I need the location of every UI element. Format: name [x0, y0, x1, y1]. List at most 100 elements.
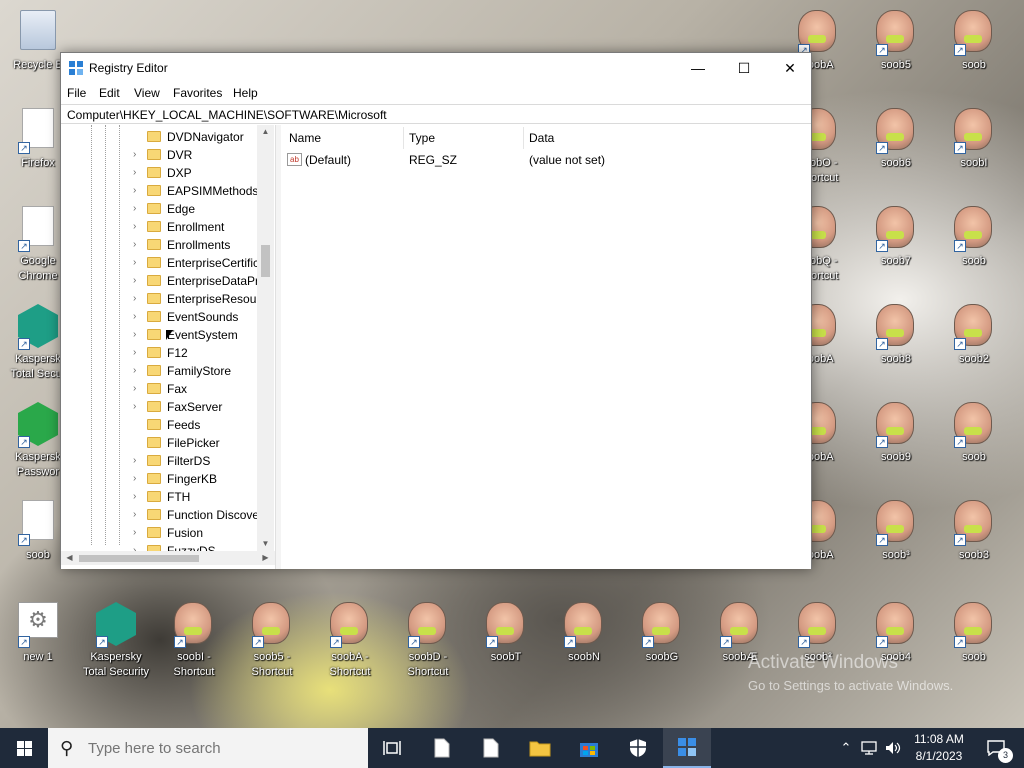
chevron-right-icon[interactable]: › — [133, 257, 143, 269]
value-row-default[interactable]: ab (Default) REG_SZ (value not set) — [281, 151, 811, 169]
chevron-right-icon[interactable]: › — [133, 221, 143, 233]
scroll-up-icon[interactable]: ▲ — [257, 125, 274, 139]
desktop-icon[interactable]: ↗ soob — [936, 4, 1012, 100]
chevron-right-icon[interactable]: › — [133, 239, 143, 251]
desktop-icon[interactable]: ↗ soob³ — [858, 494, 934, 590]
desktop-icon[interactable]: ↗ soob5 — [858, 4, 934, 100]
file-explorer-button[interactable] — [516, 728, 564, 768]
start-button[interactable] — [0, 728, 48, 768]
chevron-right-icon[interactable]: › — [133, 167, 143, 179]
column-separator[interactable] — [403, 127, 404, 149]
tree-item[interactable]: › FamilyStore — [61, 362, 257, 380]
taskbar-search-box[interactable]: ⚲ — [48, 728, 368, 768]
registry-editor-window[interactable]: Registry Editor — ☐ ✕ File Edit View Fav… — [60, 52, 812, 569]
taskbar-file-2[interactable] — [467, 728, 515, 768]
tree-item[interactable]: › DVR — [61, 146, 257, 164]
chevron-right-icon[interactable]: › — [133, 203, 143, 215]
desktop-icon[interactable]: ↗ soob8 — [858, 298, 934, 394]
tree-vertical-scrollbar[interactable]: ▲ ▼ — [257, 125, 274, 551]
desktop-icon[interactable]: ↗ soob7 — [858, 200, 934, 296]
chevron-right-icon[interactable]: › — [133, 527, 143, 539]
desktop-icon[interactable]: ↗ soob5 - Shortcut — [234, 596, 310, 692]
desktop-icon[interactable]: ↗ soobA - Shortcut — [312, 596, 388, 692]
desktop-icon[interactable]: ↗ soob — [936, 396, 1012, 492]
chevron-right-icon[interactable]: › — [133, 311, 143, 323]
title-bar[interactable]: Registry Editor — ☐ ✕ — [61, 53, 811, 83]
taskbar-clock[interactable]: 11:08 AM 8/1/2023 — [904, 731, 974, 765]
tree-item[interactable]: › FaxServer — [61, 398, 257, 416]
registry-editor-taskbar-button[interactable] — [663, 728, 711, 768]
column-separator[interactable] — [523, 127, 524, 149]
column-header-name[interactable]: Name — [289, 131, 321, 145]
chevron-right-icon[interactable]: › — [133, 365, 143, 377]
chevron-right-icon[interactable]: › — [133, 509, 143, 521]
desktop-icon[interactable]: ⚙ ↗ new 1 — [0, 596, 76, 692]
desktop-icon[interactable]: ↗ soobI — [936, 102, 1012, 198]
tree-horizontal-scrollbar[interactable]: ◀ ▶ — [61, 551, 275, 565]
tree-item[interactable]: › EAPSIMMethods — [61, 182, 258, 200]
address-path[interactable]: Computer\HKEY_LOCAL_MACHINE\SOFTWARE\Mic… — [67, 108, 387, 122]
tree-item[interactable]: DVDNavigator — [61, 128, 257, 146]
chevron-right-icon[interactable]: › — [133, 383, 143, 395]
address-bar[interactable]: Computer\HKEY_LOCAL_MACHINE\SOFTWARE\Mic… — [61, 104, 811, 124]
search-input[interactable] — [88, 740, 348, 757]
tree-item[interactable]: › Edge — [61, 200, 257, 218]
show-hidden-icons-button[interactable]: ⌃ — [836, 728, 856, 768]
desktop-icon[interactable]: ↗ soob2 — [936, 298, 1012, 394]
tree-item[interactable]: FilePicker — [61, 434, 257, 452]
maximize-button[interactable]: ☐ — [721, 53, 767, 83]
tree-item[interactable]: › Enrollment — [61, 218, 257, 236]
menu-file[interactable]: File — [67, 86, 86, 100]
tree-item[interactable]: › EventSounds — [61, 308, 257, 326]
column-header-data[interactable]: Data — [529, 131, 554, 145]
tree-item[interactable]: › FilterDS — [61, 452, 257, 470]
menu-favorites[interactable]: Favorites — [173, 86, 222, 100]
scroll-right-icon[interactable]: ▶ — [257, 551, 274, 565]
windows-security-button[interactable] — [614, 728, 662, 768]
scroll-down-icon[interactable]: ▼ — [257, 537, 274, 551]
chevron-right-icon[interactable]: › — [133, 185, 143, 197]
chevron-right-icon[interactable]: › — [133, 455, 143, 467]
chevron-right-icon[interactable]: › — [133, 329, 143, 341]
tree-item[interactable]: › F12 — [61, 344, 257, 362]
chevron-right-icon[interactable]: › — [133, 149, 143, 161]
desktop-icon[interactable]: ↗ soob3 — [936, 494, 1012, 590]
menu-view[interactable]: View — [134, 86, 160, 100]
action-center-button[interactable]: 3 — [976, 728, 1016, 768]
minimize-button[interactable]: — — [675, 53, 721, 83]
desktop-icon[interactable]: ↗ soob9 — [858, 396, 934, 492]
scroll-left-icon[interactable]: ◀ — [61, 551, 78, 565]
desktop-icon[interactable]: ↗ Kaspersky Total Security — [78, 596, 154, 692]
menu-help[interactable]: Help — [233, 86, 258, 100]
tree-item[interactable]: › Fax — [61, 380, 257, 398]
network-button[interactable] — [858, 728, 880, 768]
column-header-type[interactable]: Type — [409, 131, 435, 145]
desktop-icon[interactable]: ↗ soobD - Shortcut — [390, 596, 466, 692]
tree-item[interactable]: › DXP — [61, 164, 257, 182]
tree-item[interactable]: Feeds — [61, 416, 257, 434]
chevron-right-icon[interactable]: › — [133, 491, 143, 503]
tree-item[interactable]: › EnterpriseDataPro — [61, 272, 266, 290]
desktop-icon[interactable]: ↗ soobI - Shortcut — [156, 596, 232, 692]
tree-item[interactable]: › EventSystem — [61, 326, 257, 344]
tree-item[interactable]: › EnterpriseResour — [61, 290, 260, 308]
tree-item[interactable]: › FingerKB — [61, 470, 257, 488]
key-tree-pane[interactable]: DVDNavigator › DVR › DXP › EAPSIMMethods › Edge ›… — [61, 125, 275, 569]
tree-item[interactable]: › FTH — [61, 488, 257, 506]
volume-button[interactable] — [882, 728, 904, 768]
tree-item[interactable]: › Function Discove — [61, 506, 259, 524]
desktop-icon[interactable]: ↗ soob6 — [858, 102, 934, 198]
tree-item[interactable]: › Enrollments — [61, 236, 257, 254]
close-button[interactable]: ✕ — [767, 53, 813, 83]
menu-edit[interactable]: Edit — [99, 86, 120, 100]
desktop-icon[interactable]: ↗ soob — [936, 200, 1012, 296]
desktop-icon[interactable]: ↗ soobG — [624, 596, 700, 692]
chevron-right-icon[interactable]: › — [133, 293, 143, 305]
microsoft-store-button[interactable] — [565, 728, 613, 768]
tree-item[interactable]: › EnterpriseCertific — [61, 254, 259, 272]
taskbar-file-1[interactable] — [418, 728, 466, 768]
tree-item[interactable]: › Fusion — [61, 524, 257, 542]
values-list-pane[interactable]: Name Type Data ab (Default) REG_SZ (valu… — [281, 125, 811, 569]
tree-vertical-scroll-thumb[interactable] — [261, 245, 270, 277]
chevron-right-icon[interactable]: › — [133, 275, 143, 287]
